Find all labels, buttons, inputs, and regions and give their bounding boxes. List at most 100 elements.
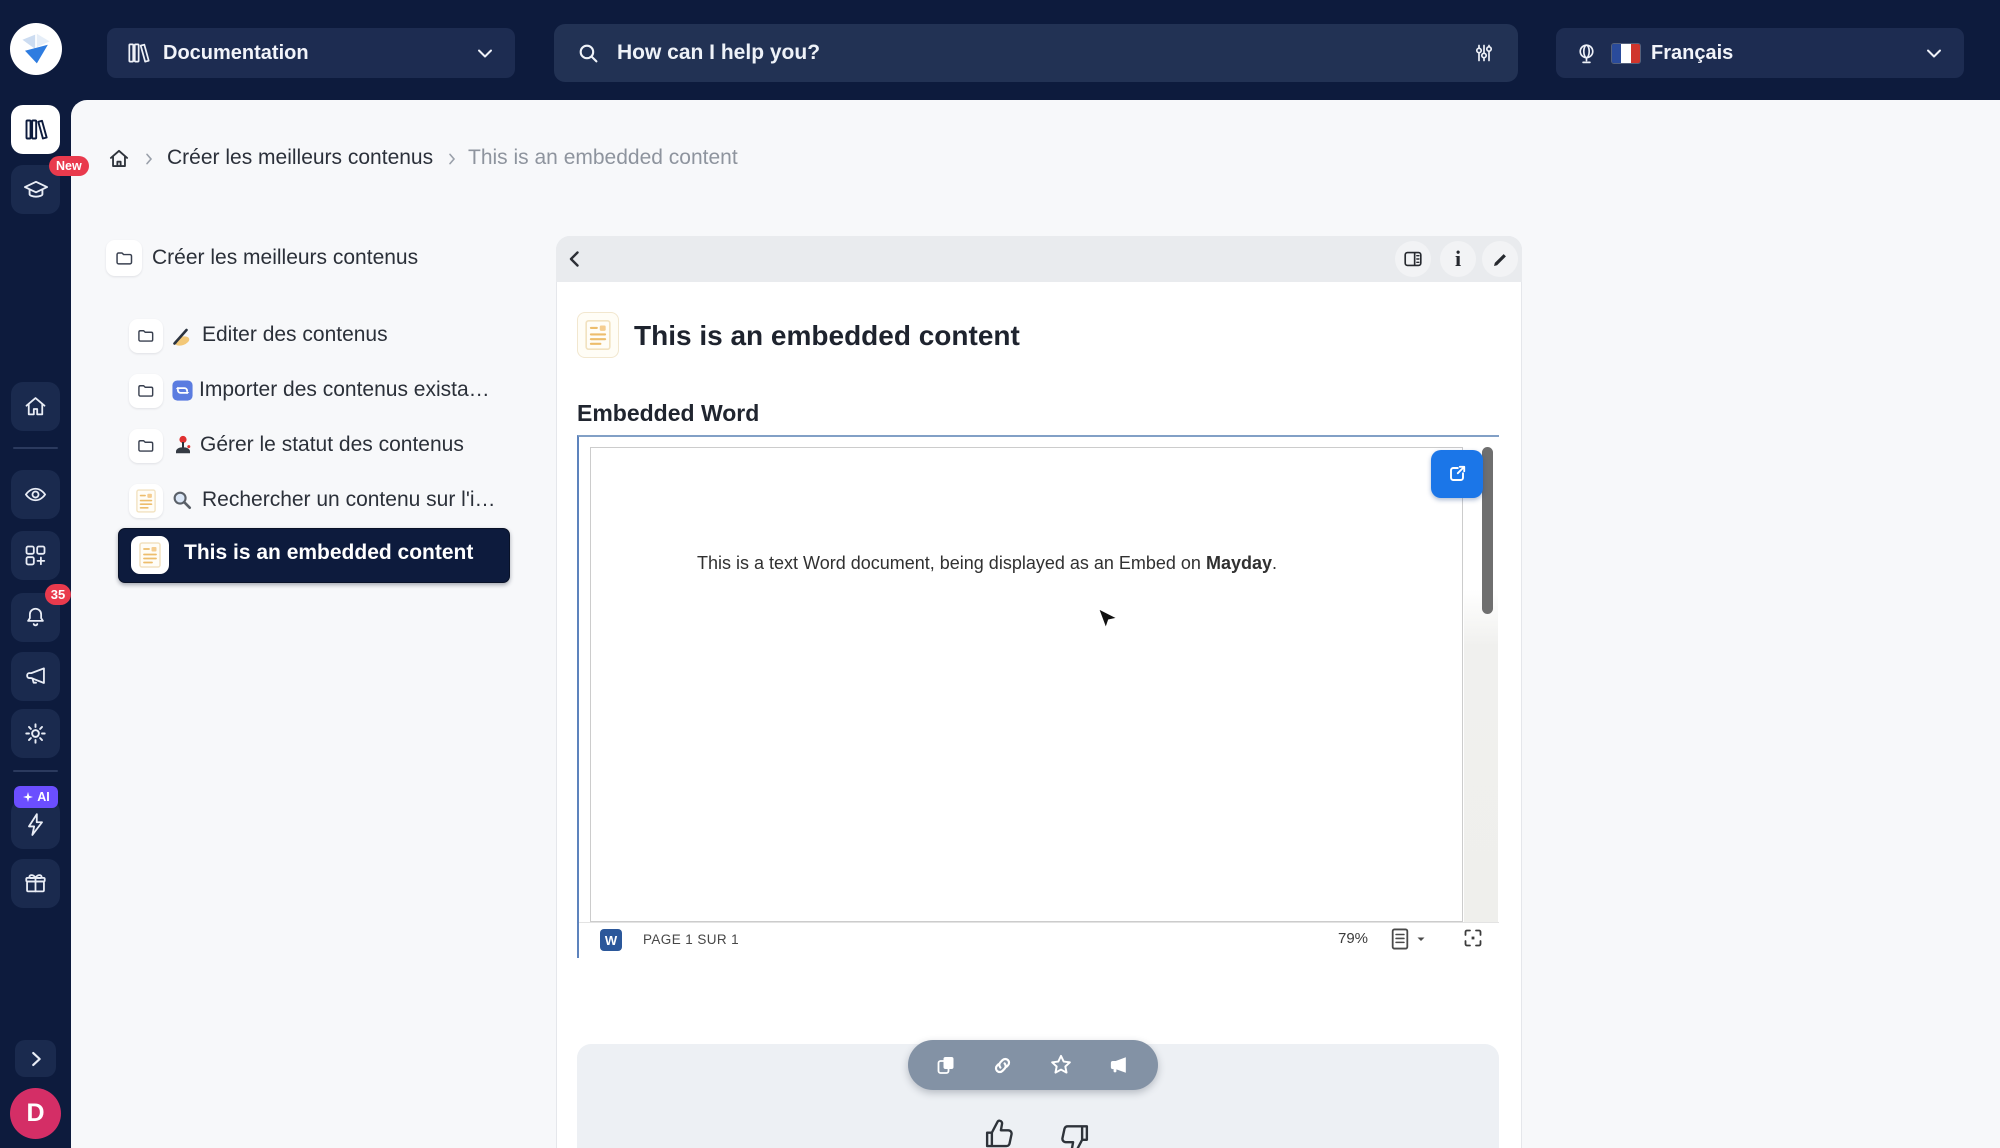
language-label: Français — [1651, 41, 1734, 64]
word-page-sheet — [590, 447, 1463, 922]
chevron-right-icon — [31, 1051, 41, 1066]
tree-root-label[interactable]: Créer les meilleurs contenus — [152, 246, 418, 270]
sparkle-icon — [23, 792, 34, 802]
breadcrumb-folder-link[interactable]: Créer les meilleurs contenus — [167, 146, 433, 170]
word-file-icon: W — [600, 929, 622, 951]
breadcrumb-chevron-icon — [449, 153, 456, 165]
tree-item-selected-label: This is an embedded content — [184, 541, 474, 564]
writing-hand-emoji-icon — [173, 328, 190, 346]
pencil-icon — [1493, 253, 1506, 266]
fullscreen-button[interactable] — [1461, 926, 1485, 950]
doc-text-bold: Mayday — [1205, 553, 1272, 573]
top-bar: Documentation How can I help you? França… — [0, 0, 2000, 100]
search-icon — [579, 44, 598, 62]
french-flag-icon — [1611, 42, 1641, 64]
sidebar-divider — [13, 770, 58, 772]
star-icon[interactable] — [1048, 1052, 1074, 1078]
breadcrumb-chevron-icon — [146, 153, 153, 165]
eye-icon — [24, 487, 47, 502]
search-input[interactable] — [615, 40, 1472, 66]
scrollbar-thumb[interactable] — [1482, 447, 1493, 614]
breadcrumb-current-page: This is an embedded content — [468, 146, 738, 169]
sidebar-item-home[interactable] — [11, 382, 60, 431]
megaphone-icon[interactable] — [1106, 1052, 1132, 1078]
workspace-label: Documentation — [163, 41, 309, 64]
page-title: This is an embedded content — [634, 320, 1020, 351]
chevron-left-icon — [569, 251, 579, 267]
gear-icon — [25, 723, 46, 744]
sidebar-expand-button[interactable] — [15, 1040, 56, 1077]
folder-icon — [129, 429, 163, 463]
chevron-down-icon — [478, 49, 492, 58]
article-icon — [577, 312, 619, 358]
logo-pinwheel-icon — [22, 33, 50, 64]
search-filters-icon[interactable] — [1472, 40, 1496, 66]
back-button[interactable] — [558, 242, 592, 276]
ai-badge: AI — [14, 786, 58, 808]
sidebar-nav: New 35 AI D — [0, 100, 89, 1148]
library-icon — [25, 119, 48, 140]
zoom-level-label: 79% — [1338, 930, 1369, 947]
page-layout-icon — [1391, 928, 1409, 950]
home-icon — [25, 397, 46, 416]
gift-icon — [25, 874, 46, 893]
user-avatar[interactable]: D — [10, 1088, 61, 1139]
lightning-icon — [28, 813, 43, 836]
page-count-label: PAGE 1 SUR 1 — [643, 932, 740, 947]
home-icon — [109, 149, 129, 167]
sidebar-item-settings[interactable] — [11, 709, 60, 758]
edit-button[interactable] — [1482, 241, 1518, 277]
doc-text: This is a text Word document, being disp… — [697, 553, 1206, 573]
megaphone-icon — [26, 667, 45, 684]
open-in-new-tab-button[interactable] — [1431, 450, 1483, 498]
library-icon — [128, 43, 150, 63]
sidebar-item-whats-new[interactable] — [11, 859, 60, 908]
app-window: Documentation How can I help you? França… — [0, 0, 2000, 1148]
globe-icon — [1579, 43, 1594, 63]
tree-item-rechercher[interactable]: Rechercher un contenu sur l'i… — [202, 488, 496, 512]
graduation-cap-icon — [23, 180, 48, 198]
magnifier-emoji-icon — [173, 491, 192, 510]
copy-icon[interactable] — [934, 1053, 958, 1077]
sidebar-item-preview[interactable] — [11, 470, 60, 519]
folder-icon — [106, 240, 142, 276]
folder-icon — [129, 374, 163, 408]
side-panel-icon — [1404, 251, 1422, 267]
section-heading: Embedded Word — [577, 400, 760, 426]
chevron-down-icon — [1927, 49, 1941, 58]
word-document-text: This is a text Word document, being disp… — [697, 553, 1277, 574]
tree-item-editer[interactable]: Editer des contenus — [202, 323, 388, 347]
thumbs-down-button[interactable] — [1056, 1120, 1094, 1148]
article-actions-toolbar — [908, 1040, 1158, 1090]
doc-text-end: . — [1272, 553, 1278, 573]
ai-badge-label: AI — [37, 790, 50, 804]
zoom-mode-dropdown[interactable] — [1391, 927, 1427, 951]
article-toolbar — [556, 236, 1522, 282]
tree-item-importer[interactable]: Importer des contenus exista… — [199, 378, 490, 402]
breadcrumb-home[interactable] — [106, 146, 132, 172]
sidebar-item-documentation[interactable] — [11, 105, 60, 154]
fullscreen-icon — [1464, 929, 1482, 947]
thumbs-up-button[interactable] — [980, 1116, 1018, 1148]
language-dropdown[interactable]: Français — [1556, 28, 1964, 78]
sidebar-item-announcements[interactable] — [11, 652, 60, 701]
grid-plus-icon — [25, 545, 46, 566]
folder-icon — [129, 319, 163, 353]
sidebar-divider — [13, 447, 58, 449]
caret-down-icon — [1417, 937, 1425, 941]
toggle-side-panel-button[interactable] — [1395, 241, 1431, 277]
repeat-emoji-icon — [172, 380, 193, 401]
mayday-logo[interactable] — [10, 23, 62, 75]
info-icon: i — [1454, 246, 1462, 271]
search-bar[interactable] — [554, 24, 1518, 82]
workspace-dropdown[interactable]: Documentation — [107, 28, 515, 78]
info-button[interactable]: i — [1440, 241, 1476, 277]
mouse-cursor — [1096, 607, 1120, 631]
new-badge: New — [49, 156, 89, 176]
link-icon[interactable] — [990, 1053, 1015, 1078]
document-icon — [129, 484, 163, 518]
tree-item-gerer[interactable]: Gérer le statut des contenus — [200, 433, 464, 457]
bell-icon — [27, 607, 44, 627]
sidebar-item-modules[interactable] — [11, 531, 60, 580]
external-link-icon — [1450, 465, 1466, 481]
